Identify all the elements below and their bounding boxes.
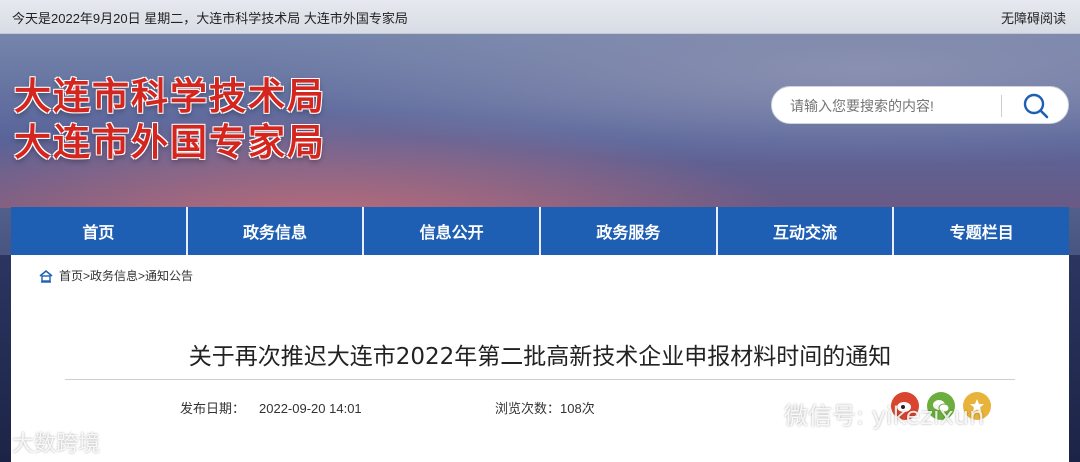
views-label: 浏览次数：: [495, 401, 561, 416]
site-title-line1: 大连市科学技术局: [14, 75, 326, 118]
main-nav: 首页 政务信息 信息公开 政务服务 互动交流 专题栏目: [11, 207, 1069, 255]
site-title-line2: 大连市外国专家局: [14, 121, 326, 164]
search-separator: [1001, 95, 1002, 117]
breadcrumb: 首页>政务信息>通知公告: [39, 267, 193, 284]
article-title: 关于再次推迟大连市2022年第二批高新技术企业申报材料时间的通知: [188, 344, 892, 370]
title-divider: [65, 379, 1015, 380]
watermark-left: 大数跨境: [12, 426, 100, 458]
breadcrumb-text[interactable]: 首页>政务信息>通知公告: [59, 267, 193, 284]
views-meta: 浏览次数：108次: [495, 398, 595, 417]
watermark-right: 微信号: yikezixun: [784, 396, 984, 431]
top-bar: 今天是2022年9月20日 星期二，大连市科学技术局 大连市外国专家局 无障碍阅…: [0, 0, 1080, 34]
watermark-left-text: 大数跨境: [12, 432, 101, 457]
publish-date: 2022-09-20 14:01: [259, 401, 362, 416]
nav-item-interaction[interactable]: 互动交流: [718, 207, 895, 255]
search-box: [771, 86, 1069, 124]
publish-date-meta: 发布日期： 2022-09-20 14:01: [180, 398, 362, 417]
nav-item-topics[interactable]: 专题栏目: [894, 207, 1069, 255]
search-input[interactable]: [790, 95, 990, 117]
watermark-right-text: 微信号: yikezixun: [784, 402, 985, 430]
nav-item-info-public[interactable]: 信息公开: [364, 207, 542, 255]
date-info: 今天是2022年9月20日 星期二，大连市科学技术局 大连市外国专家局: [12, 11, 408, 26]
home-icon: [39, 269, 53, 283]
site-title: 大连市科学技术局 大连市外国专家局: [14, 74, 326, 166]
publish-label: 发布日期：: [180, 401, 246, 416]
search-button[interactable]: [1008, 89, 1064, 123]
nav-item-gov-info[interactable]: 政务信息: [188, 207, 365, 255]
nav-item-home[interactable]: 首页: [11, 207, 188, 255]
search-icon: [1023, 93, 1049, 119]
views-count: 108次: [560, 401, 595, 416]
accessibility-link[interactable]: 无障碍阅读: [1001, 8, 1066, 27]
nav-item-gov-service[interactable]: 政务服务: [541, 207, 718, 255]
